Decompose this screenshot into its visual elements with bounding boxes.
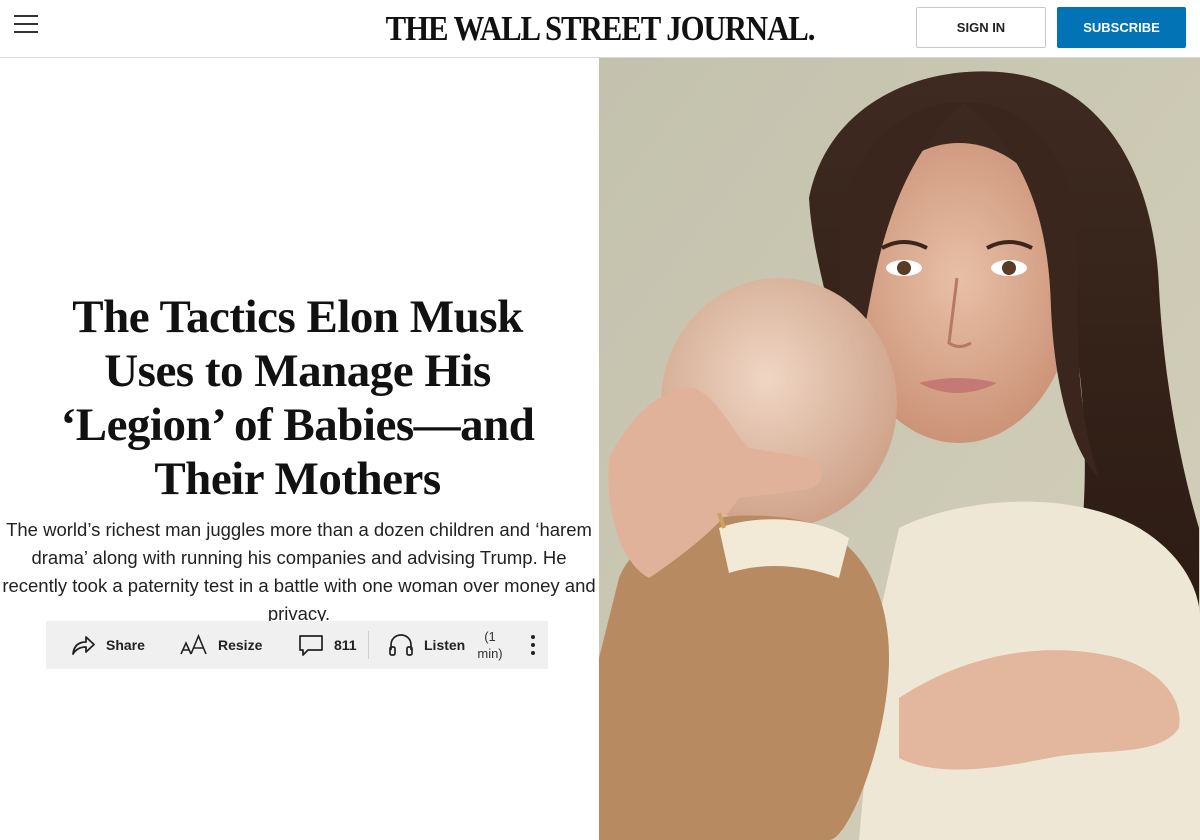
hamburger-menu-icon[interactable]	[14, 13, 40, 35]
resize-label: Resize	[218, 637, 263, 653]
article-headline: The Tactics Elon Musk Uses to Manage His…	[60, 291, 535, 505]
headphones-icon	[388, 633, 414, 657]
resize-button[interactable]: Resize	[180, 621, 262, 669]
share-label: Share	[106, 637, 145, 653]
comments-button[interactable]: 811	[298, 621, 357, 669]
listen-duration-line2: min)	[477, 646, 503, 661]
site-header: THE WALL STREET JOURNAL. SIGN IN SUBSCRI…	[0, 0, 1200, 58]
more-vertical-icon[interactable]	[526, 633, 540, 657]
share-arrow-icon	[70, 634, 96, 656]
hero-image	[599, 58, 1200, 840]
toolbar-divider	[368, 631, 369, 659]
subscribe-button[interactable]: SUBSCRIBE	[1057, 7, 1186, 48]
article-toolbar: Share Resize 811 Listen (1 min)	[46, 621, 548, 669]
listen-duration: (1 min)	[474, 628, 506, 662]
listen-label: Listen	[424, 637, 466, 653]
comments-count: 811	[334, 637, 357, 653]
comment-bubble-icon	[298, 633, 324, 657]
text-resize-icon	[180, 634, 208, 656]
listen-button[interactable]: Listen	[388, 621, 465, 669]
article-dek: The world’s richest man juggles more tha…	[2, 519, 596, 624]
listen-duration-line1: (1	[484, 629, 496, 644]
sign-in-button[interactable]: SIGN IN	[916, 7, 1046, 48]
share-button[interactable]: Share	[70, 621, 145, 669]
photo-woman-holding-baby	[599, 58, 1200, 840]
